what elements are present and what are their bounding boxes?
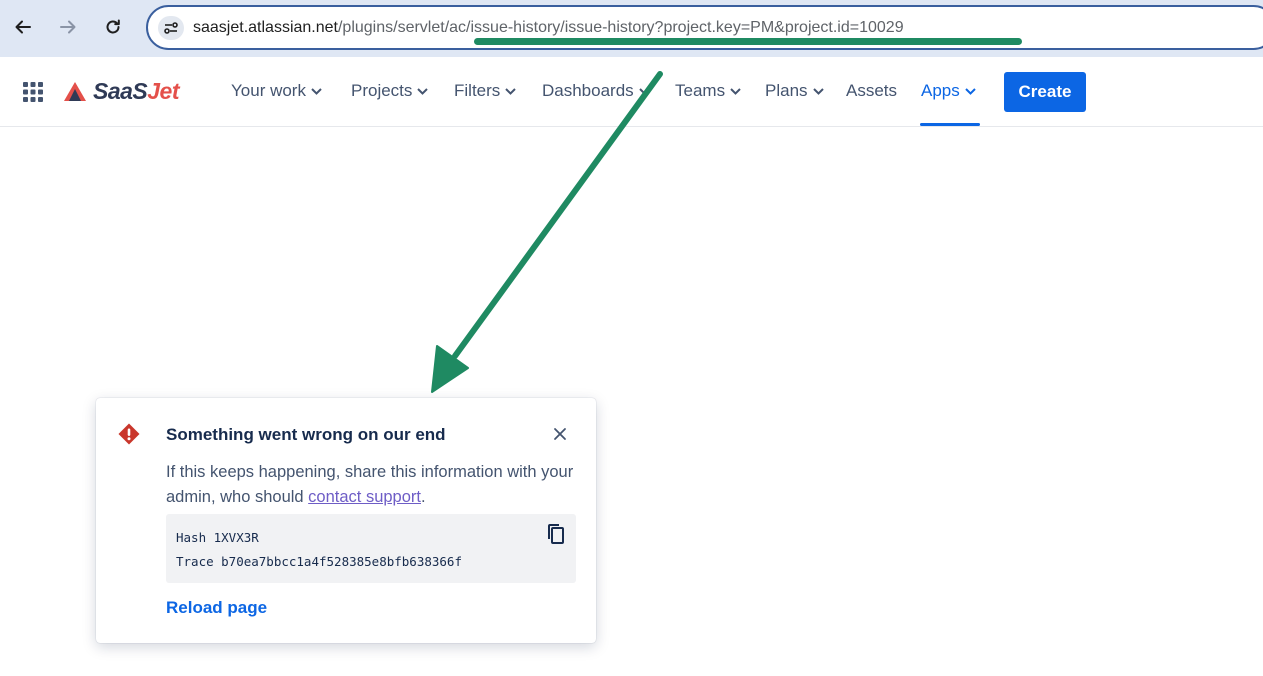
flag-body-end: . <box>421 488 426 506</box>
chevron-down-icon <box>638 87 650 95</box>
nav-teams[interactable]: Teams <box>675 81 741 101</box>
annotation-underline <box>474 38 1022 45</box>
nav-filters[interactable]: Filters <box>454 81 516 101</box>
top-navigation: SaaSJet Your work Projects Filters Dashb… <box>0 57 1263 127</box>
nav-projects[interactable]: Projects <box>351 81 429 101</box>
chevron-down-icon <box>505 87 516 95</box>
saasjet-logo[interactable]: SaaSJet <box>63 78 180 105</box>
url-text[interactable]: saasjet.atlassian.net/plugins/servlet/ac… <box>193 19 904 37</box>
nav-label: Filters <box>454 81 501 100</box>
logo-text: SaaSJet <box>93 78 180 104</box>
nav-label: Assets <box>846 81 898 100</box>
active-tab-indicator <box>920 123 980 126</box>
reload-page-link[interactable]: Reload page <box>166 598 267 618</box>
contact-support-link[interactable]: contact support <box>308 488 421 506</box>
create-button[interactable]: Create <box>1004 72 1086 112</box>
nav-your-work[interactable]: Your work <box>231 81 322 101</box>
chevron-down-icon <box>417 87 429 95</box>
browser-toolbar: saasjet.atlassian.net/plugins/servlet/ac… <box>0 0 1263 57</box>
nav-label: Projects <box>351 81 413 100</box>
nav-label: Apps <box>921 81 960 100</box>
error-flag: Something went wrong on our end If this … <box>96 398 596 643</box>
close-icon[interactable] <box>548 422 572 446</box>
site-settings-icon[interactable] <box>158 16 184 40</box>
chevron-down-icon <box>965 87 976 95</box>
reload-button[interactable] <box>98 12 128 42</box>
hash-line: Hash 1XVX3R <box>176 530 259 545</box>
app-switcher-icon[interactable] <box>22 81 44 103</box>
nav-label: Dashboards <box>542 81 634 100</box>
error-icon <box>117 422 141 446</box>
flag-title: Something went wrong on our end <box>166 425 446 444</box>
chevron-down-icon <box>730 87 741 95</box>
forward-button[interactable] <box>53 12 83 42</box>
chevron-down-icon <box>812 87 824 95</box>
nav-label: Plans <box>765 81 808 100</box>
url-path: /plugins/servlet/ac/issue-history/issue-… <box>337 19 904 36</box>
nav-dashboards[interactable]: Dashboards <box>542 81 650 101</box>
nav-plans[interactable]: Plans <box>765 81 824 101</box>
url-host: saasjet.atlassian.net <box>193 19 338 36</box>
nav-label: Teams <box>675 81 726 100</box>
error-details-box: Hash 1XVX3R Trace b70ea7bbcc1a4f528385e8… <box>166 514 576 583</box>
back-button[interactable] <box>8 12 38 42</box>
chevron-down-icon <box>311 87 322 95</box>
logo-mark-icon <box>64 81 86 101</box>
copy-icon[interactable] <box>544 522 568 546</box>
arrow-right-icon <box>60 20 76 34</box>
flag-description: If this keeps happening, share this info… <box>166 460 576 510</box>
reload-icon <box>106 19 120 34</box>
nav-apps[interactable]: Apps <box>921 81 976 101</box>
nav-label: Your work <box>231 81 306 100</box>
trace-line: Trace b70ea7bbcc1a4f528385e8bfb638366f <box>176 554 462 569</box>
nav-assets[interactable]: Assets <box>846 81 897 101</box>
arrow-left-icon <box>15 20 31 34</box>
